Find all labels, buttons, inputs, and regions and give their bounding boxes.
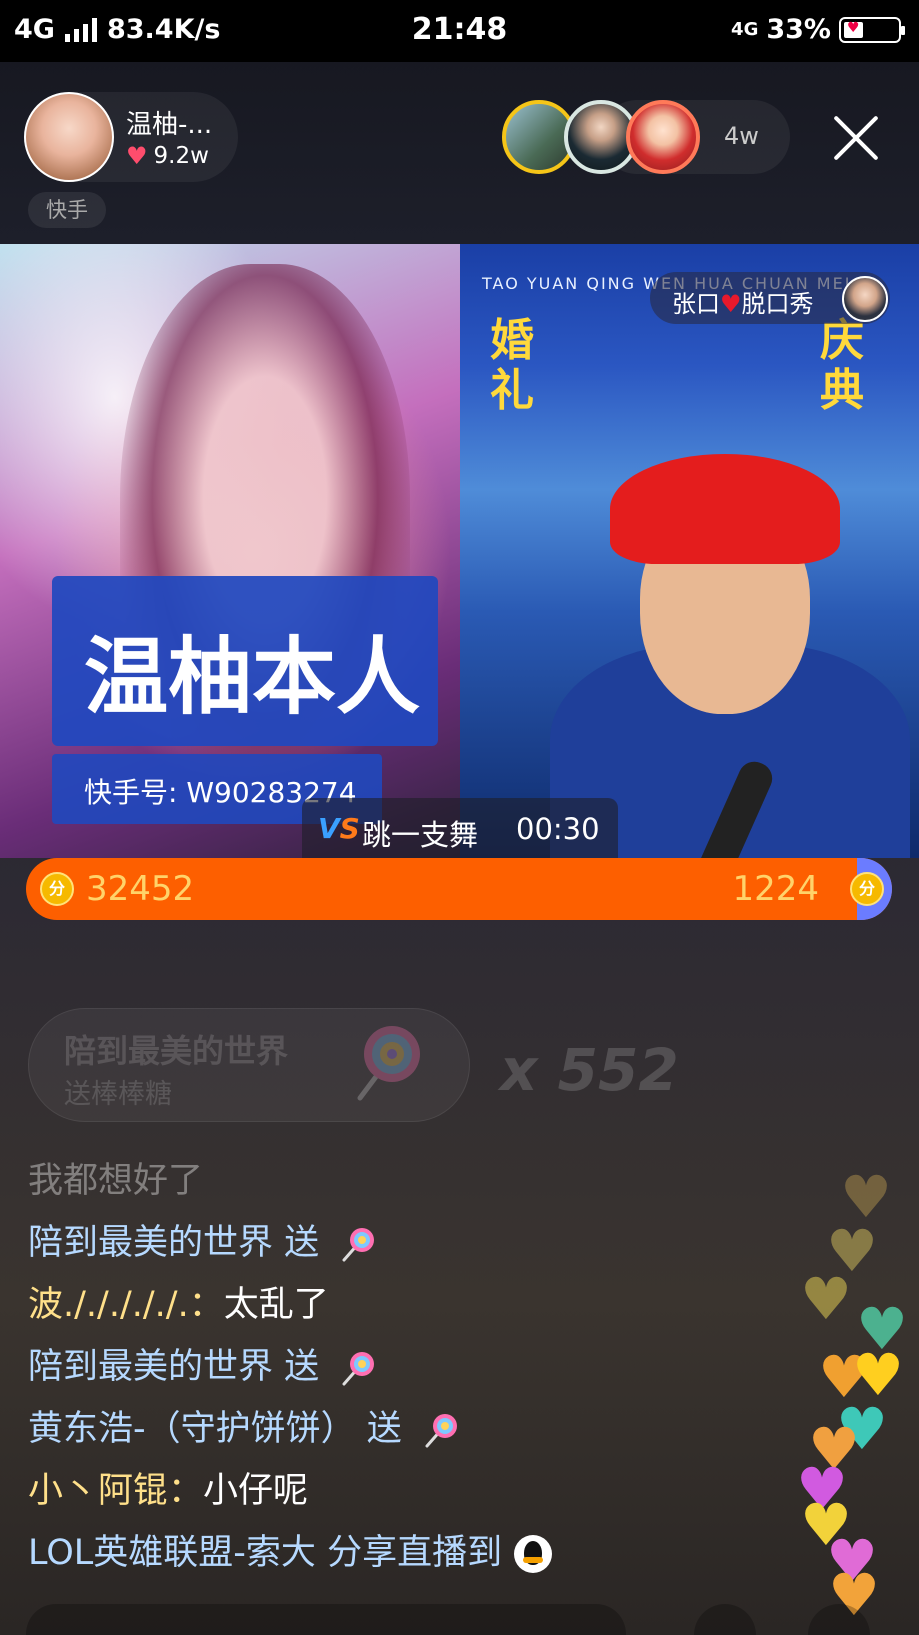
host-avatar[interactable]: [24, 92, 114, 182]
vs-icon: VS: [318, 812, 360, 845]
viewer-avatar-3[interactable]: [626, 100, 700, 174]
banner-char: 典: [820, 365, 864, 416]
chat-message: 我都想好了: [28, 1158, 203, 1204]
battery-icon: ♥: [839, 16, 905, 43]
heart-icon: ♥: [720, 290, 742, 318]
chat-message: LOL英雄联盟-索大 分享直播到: [28, 1530, 553, 1576]
pk-timer: 00:30: [516, 812, 600, 846]
network-type-right: 4G: [731, 18, 759, 40]
lollipop-icon: [342, 1352, 375, 1386]
chat-text: 送: [355, 1409, 402, 1449]
host-likes-count: 9.2w: [153, 143, 209, 169]
heart-icon: ♥: [126, 142, 148, 170]
chat-user[interactable]: 陪到最美的世界: [28, 1347, 273, 1387]
chat-user[interactable]: 小丶阿锟: [28, 1471, 168, 1511]
chat-text: 送: [273, 1347, 320, 1387]
status-right: 4G 33% ♥: [731, 14, 905, 45]
chat-user[interactable]: 陪到最美的世界: [28, 1223, 273, 1263]
host-likes: ♥ 9.2w: [126, 142, 209, 170]
host-name[interactable]: 温柚-...: [126, 104, 212, 141]
close-icon[interactable]: [830, 112, 882, 164]
heart-icon: ♥: [800, 1265, 852, 1333]
coin-icon: 分: [40, 872, 74, 906]
chat-user[interactable]: LOL英雄联盟-索大: [28, 1533, 316, 1573]
lollipop-icon: [357, 1026, 420, 1101]
banner-char: 礼: [490, 365, 534, 416]
opponent-video[interactable]: TAO YUAN QING WEN HUA CHUAN MEI 婚 礼 庆 典: [460, 244, 919, 858]
viewer-count[interactable]: 4w: [724, 122, 759, 150]
lollipop-icon: [342, 1228, 375, 1262]
qq-icon: [514, 1535, 553, 1573]
opponent-score: 1224: [732, 869, 819, 909]
host-score: 32452: [86, 869, 195, 909]
share-button[interactable]: [694, 1604, 756, 1635]
opponent-name[interactable]: 张口♥脱口秀: [672, 284, 814, 319]
chat-text: 分享直播到: [315, 1533, 503, 1573]
gift-action: 送棒棒糖: [64, 1079, 172, 1110]
chat-separator: ：: [188, 1285, 224, 1325]
coin-icon: 分: [850, 872, 884, 906]
chat-user[interactable]: 波./././././.: [28, 1285, 189, 1325]
lollipop-icon: [425, 1414, 457, 1448]
platform-tag: 快手: [28, 192, 106, 228]
opponent-name-pre: 张口: [672, 290, 720, 318]
name-card-title: 温柚本人: [84, 628, 421, 726]
status-bar: 4G 83.4K/s 21:48 4G 33% ♥: [0, 0, 919, 62]
comment-input[interactable]: [26, 1604, 626, 1635]
chat-message: 小丶阿锟：小仔呢: [28, 1468, 308, 1514]
chat-separator: ：: [168, 1471, 204, 1511]
chat-user: 我都想好了: [28, 1161, 204, 1201]
chat-text: 送: [273, 1223, 320, 1263]
chat-message: 黄东浩-（守护饼饼） 送: [28, 1406, 461, 1452]
battery-percent: 33%: [766, 14, 831, 45]
pk-task: 跳一支舞: [362, 818, 479, 852]
chat-user[interactable]: 黄东浩-（守护饼饼）: [28, 1409, 356, 1449]
chat-text: 太乱了: [223, 1285, 329, 1325]
gift-sender: 陪到最美的世界: [64, 1032, 289, 1070]
opponent-name-post: 脱口秀: [741, 290, 814, 318]
chat-text: 小仔呢: [203, 1471, 309, 1511]
opponent-video-subject: [550, 414, 910, 858]
chat-message: 波./././././.：太乱了: [28, 1282, 329, 1328]
chat-message: 陪到最美的世界 送: [28, 1220, 378, 1266]
gift-combo-count: x 552: [500, 1036, 679, 1104]
chat-message: 陪到最美的世界 送: [28, 1344, 378, 1390]
opponent-avatar[interactable]: [842, 276, 888, 322]
